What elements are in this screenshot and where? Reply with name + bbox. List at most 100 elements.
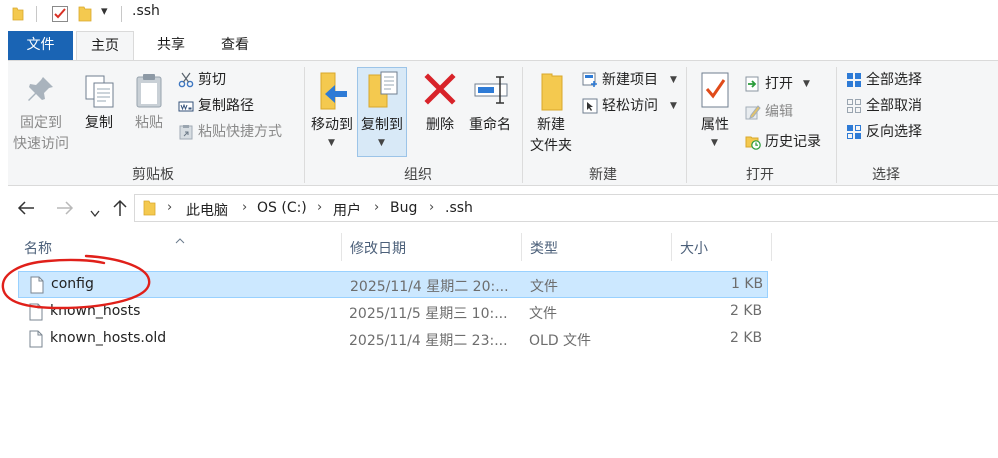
paste-shortcut-label: 粘贴快捷方式	[198, 124, 282, 140]
file-name: known_hosts.old	[50, 330, 167, 346]
copy-label: 复制	[85, 115, 113, 131]
column-divider[interactable]	[341, 233, 342, 261]
ribbon-tabs: 文件 主页 共享 查看	[8, 31, 998, 61]
new-item-dropdown-icon: ▼	[670, 75, 677, 85]
new-folder-quick-icon[interactable]	[78, 5, 92, 22]
cut-label: 剪切	[198, 72, 226, 88]
new-item-icon	[582, 72, 598, 88]
open-arrow-icon	[745, 76, 761, 92]
file-modified: 2025/11/4 星期二 20:...	[350, 279, 509, 295]
delete-label: 删除	[426, 117, 454, 133]
breadcrumb-separator-icon[interactable]: ›	[242, 200, 247, 215]
copy-path-icon	[178, 98, 194, 114]
titlebar-divider	[36, 6, 37, 22]
tab-file[interactable]: 文件	[8, 31, 73, 60]
group-divider	[522, 67, 523, 183]
history-icon	[745, 134, 761, 150]
open-label: 打开	[765, 76, 793, 92]
folder-icon	[143, 200, 156, 220]
select-all-label: 全部选择	[866, 72, 922, 88]
properties-button[interactable]: 属性 ▼	[690, 71, 740, 155]
copy-to-button[interactable]: 复制到 ▼	[358, 69, 406, 153]
select-all-icon	[846, 72, 862, 88]
group-divider	[304, 67, 305, 183]
column-header-type[interactable]: 类型	[530, 238, 558, 260]
pin-label-line1: 固定到	[20, 115, 62, 131]
annotation-circle	[1, 254, 151, 310]
column-divider[interactable]	[771, 233, 772, 261]
tab-view[interactable]: 查看	[206, 31, 264, 60]
properties-checkbox-icon[interactable]	[51, 5, 69, 23]
folder-icon	[12, 6, 24, 21]
forward-arrow-icon[interactable]	[56, 200, 74, 220]
copy-icon	[84, 75, 116, 115]
move-to-button[interactable]: 移动到 ▼	[308, 69, 356, 153]
file-type: 文件	[530, 279, 558, 295]
scissors-icon	[178, 72, 194, 88]
column-header-modified[interactable]: 修改日期	[350, 238, 406, 260]
ribbon: 固定到 快速访问 复制 粘贴 剪切 复制路径 粘贴快捷方式 剪贴板 移动到 ▼ …	[8, 60, 998, 186]
column-header-size[interactable]: 大小	[680, 238, 708, 260]
group-label-open: 打开	[746, 167, 774, 183]
move-to-dropdown-icon: ▼	[328, 138, 335, 148]
easy-access-icon	[582, 98, 598, 114]
address-bar[interactable]: › 此电脑 › OS (C:) › 用户 › Bug › .ssh	[134, 194, 998, 222]
new-folder-button[interactable]: 新建 文件夹	[526, 73, 576, 157]
breadcrumb-bug[interactable]: Bug	[390, 200, 417, 216]
breadcrumb-os-drive[interactable]: OS (C:)	[257, 200, 307, 216]
titlebar-divider	[121, 6, 122, 22]
paste-label: 粘贴	[135, 115, 163, 131]
new-folder-icon	[540, 73, 564, 117]
column-divider[interactable]	[521, 233, 522, 261]
group-label-organize: 组织	[404, 167, 432, 183]
column-divider[interactable]	[671, 233, 672, 261]
recent-locations-chevron-icon[interactable]	[90, 203, 100, 222]
invert-selection-icon	[846, 124, 862, 140]
pin-to-quick-access-button[interactable]: 固定到 快速访问	[8, 73, 74, 153]
paste-button[interactable]: 粘贴	[128, 73, 170, 133]
group-label-new: 新建	[589, 167, 617, 183]
copy-button[interactable]: 复制	[78, 73, 120, 133]
back-arrow-icon[interactable]	[17, 200, 35, 220]
copy-path-label: 复制路径	[198, 98, 254, 114]
delete-button[interactable]: 删除	[420, 73, 460, 133]
breadcrumb-separator-icon[interactable]: ›	[429, 200, 434, 215]
rename-icon	[474, 75, 508, 111]
easy-access-dropdown-icon: ▼	[670, 101, 677, 111]
file-type: 文件	[529, 306, 557, 322]
breadcrumb-this-pc[interactable]: 此电脑	[186, 200, 228, 220]
new-folder-label-line1: 新建	[537, 117, 565, 133]
copy-to-icon	[367, 71, 399, 117]
edit-label: 编辑	[765, 104, 793, 120]
file-size: 2 KB	[730, 303, 763, 319]
clipboard-icon	[134, 73, 164, 115]
quick-access-dropdown-icon[interactable]: ▾	[101, 4, 108, 19]
select-none-icon	[846, 98, 862, 114]
sort-ascending-icon	[175, 229, 185, 248]
tab-share[interactable]: 共享	[142, 31, 200, 60]
file-modified: 2025/11/5 星期三 10:...	[349, 306, 508, 322]
tab-home[interactable]: 主页	[76, 31, 134, 61]
title-bar: ▾ .ssh	[0, 0, 998, 28]
breadcrumb-separator-icon[interactable]: ›	[374, 200, 379, 215]
group-label-select: 选择	[872, 167, 900, 183]
properties-icon	[700, 71, 730, 115]
breadcrumb-ssh[interactable]: .ssh	[445, 200, 473, 216]
file-modified: 2025/11/4 星期二 23:...	[349, 333, 508, 349]
breadcrumb-separator-icon[interactable]: ›	[317, 200, 322, 215]
paste-shortcut-icon	[178, 124, 194, 140]
navigation-bar: › 此电脑 › OS (C:) › 用户 › Bug › .ssh	[0, 186, 998, 232]
rename-button[interactable]: 重命名	[466, 73, 514, 133]
breadcrumb-users[interactable]: 用户	[333, 200, 361, 220]
copy-to-dropdown-icon: ▼	[378, 138, 385, 148]
file-row[interactable]: known_hosts.old 2025/11/4 星期二 23:... OLD…	[18, 326, 768, 353]
delete-x-icon	[424, 73, 456, 111]
up-arrow-icon[interactable]	[112, 199, 128, 221]
easy-access-label: 轻松访问	[602, 98, 658, 114]
breadcrumb-separator-icon[interactable]: ›	[167, 200, 172, 215]
edit-pencil-icon	[745, 104, 761, 120]
rename-label: 重命名	[469, 117, 511, 133]
file-icon	[29, 330, 43, 348]
copy-to-label: 复制到	[361, 117, 403, 133]
move-to-label: 移动到	[311, 117, 353, 133]
